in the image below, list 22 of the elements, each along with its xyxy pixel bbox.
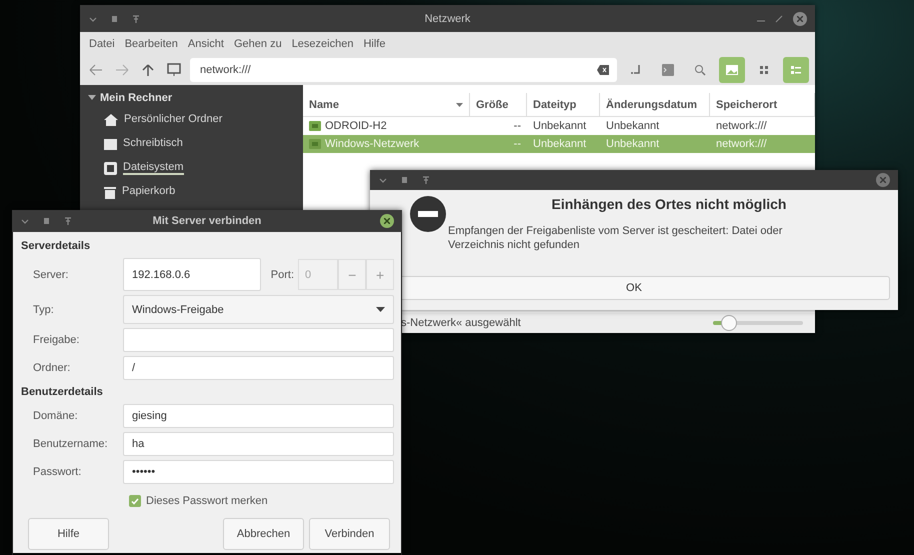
field-label: Typ: — [32, 304, 55, 316]
table-cell: network:/// — [710, 135, 815, 153]
field-label: Freigabe: — [32, 334, 80, 346]
table-cell: Unbekannt — [527, 135, 600, 153]
table-cell: Unbekannt — [600, 135, 710, 153]
table-cell: -- — [470, 135, 527, 153]
window-title: Netzwerk — [424, 12, 470, 24]
table-cell: Windows-Netzwerk — [303, 135, 470, 153]
field-label: Domäne: — [32, 410, 79, 422]
status-text: s-Netzwerk« ausgewählt — [401, 317, 522, 329]
field-label: Ordner: — [32, 362, 72, 374]
port-label: Port: — [270, 268, 295, 280]
checkbox-label: Dieses Passwort merken — [146, 495, 268, 507]
window-title: Mit Server verbinden — [152, 215, 262, 227]
field-label: Server: — [32, 268, 70, 280]
field-label: Passwort: — [32, 466, 82, 478]
section-heading: Benutzerdetails — [21, 385, 104, 400]
dialog-title: Einhängen des Ortes nicht möglich — [550, 196, 788, 212]
field-label: Benutzername: — [32, 438, 109, 450]
error-message: Empfangen der Freigabenliste vom Server ist gescheitert: Datei oder Verzeichnis nicht gefunden — [448, 224, 784, 252]
section-heading: Serverdetails — [21, 239, 92, 254]
sidebar-heading: Mein Rechner — [100, 92, 172, 104]
